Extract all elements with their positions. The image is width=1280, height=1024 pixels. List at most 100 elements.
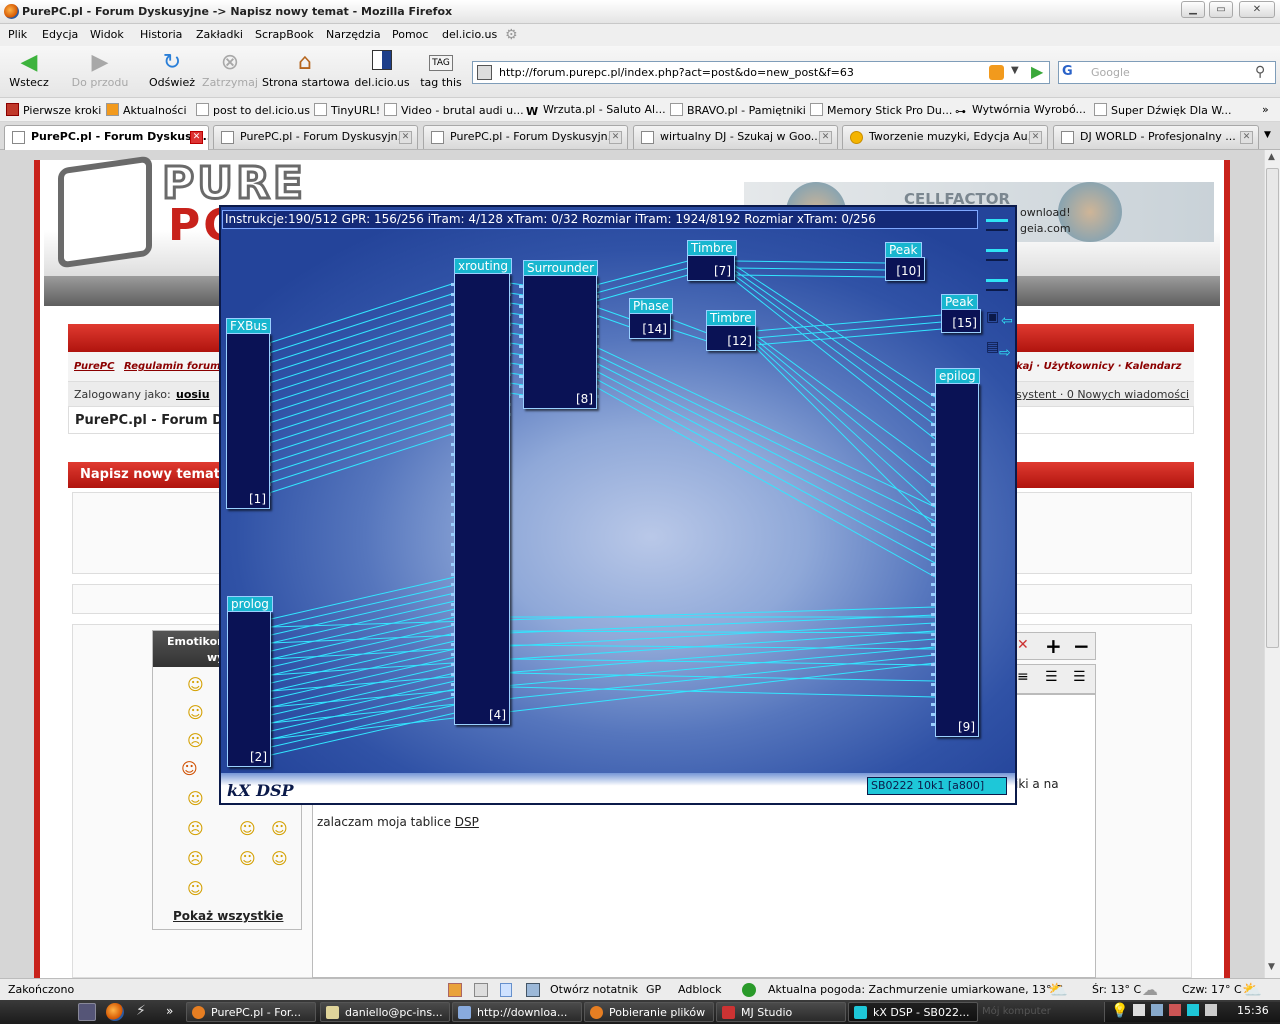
bookmarks-overflow-icon[interactable]: » [1262, 103, 1269, 116]
bullet-list-icon[interactable]: ☰ [1073, 669, 1086, 685]
tab-4[interactable]: wirtualny DJ - Szukaj w Goo... ✕ [633, 125, 838, 149]
dsp-block-surrounder[interactable]: Surrounder [8] [523, 260, 599, 409]
tab-5[interactable]: Tworzenie muzyki, Edycja Au... ✕ [842, 125, 1048, 149]
scroll-thumb[interactable] [1266, 168, 1279, 648]
quicklaunch-overflow-icon[interactable]: » [166, 1004, 173, 1018]
volume-icon[interactable] [1205, 1004, 1217, 1016]
sound-card-selector[interactable]: SB0222 10k1 [a800] [867, 777, 1007, 795]
green-status-icon[interactable] [742, 983, 756, 997]
minus-icon[interactable]: − [1073, 634, 1090, 658]
screenshot-icon[interactable] [474, 983, 488, 997]
smiley-icon[interactable]: ☹ [187, 819, 204, 838]
dsp-block-xrouting[interactable]: xrouting [4] [454, 258, 512, 725]
firefox-quicklaunch-icon[interactable] [106, 1003, 124, 1021]
smiley-icon[interactable]: ☺ [187, 879, 204, 898]
smiley-icon[interactable]: ☺ [271, 849, 288, 868]
minimize-button[interactable]: ▁ [1181, 1, 1205, 18]
tab-close-icon[interactable]: ✕ [190, 131, 203, 144]
tab-close-icon[interactable]: ✕ [1240, 131, 1253, 144]
open-notepad-link[interactable]: Otwórz notatnik [550, 983, 638, 996]
dsp-block-epilog[interactable]: epilog [9] [935, 368, 980, 737]
show-all-emoticons-link[interactable]: Pokaż wszystkie [173, 909, 283, 923]
adblock-indicator[interactable]: Adblock [678, 983, 722, 996]
smiley-icon[interactable]: ☺ [187, 789, 204, 808]
menu-zakladki[interactable]: Zakładki [196, 28, 243, 41]
smiley-icon[interactable]: ☺ [239, 849, 256, 868]
kx-dsp-window[interactable]: Instrukcje:190/512 GPR: 156/256 iTram: 4… [219, 205, 1017, 805]
post-dsp-link[interactable]: DSP [455, 815, 479, 829]
dsp-block-fxbus[interactable]: FXBus [1] [226, 318, 272, 509]
menu-pomoc[interactable]: Pomoc [392, 28, 428, 41]
taskbar-item[interactable]: daniello@pc-ins... [320, 1002, 450, 1022]
url-dropdown-icon[interactable]: ▼ [1011, 65, 1019, 76]
bookmark-item[interactable]: Super Dźwięk Dla W... [1094, 103, 1232, 117]
bookmark-item[interactable]: post to del.icio.us [196, 103, 310, 117]
bookmark-item[interactable]: Aktualności [106, 103, 187, 117]
dsp-block-peak-15[interactable]: Peak [15] [941, 294, 981, 333]
home-button[interactable]: ⌂ Strona startowa [262, 50, 350, 89]
bookmark-item[interactable]: ⊶ Wytwórnia Wyrobó... [955, 103, 1086, 118]
remove-format-icon[interactable]: ✕ [1017, 637, 1029, 653]
dsp-block-peak-10[interactable]: Peak [10] [885, 242, 925, 281]
dsp-block-timbre-7[interactable]: Timbre [7] [687, 240, 737, 281]
scroll-down-icon[interactable]: ▼ [1268, 962, 1275, 972]
menu-plik[interactable]: Plik [8, 28, 27, 41]
taskbar-item[interactable]: http://downloa... [452, 1002, 582, 1022]
dsp-block-prolog[interactable]: prolog [2] [227, 596, 273, 767]
taskbar-item[interactable]: PurePC.pl - For... [186, 1002, 316, 1022]
taskbar-item-active[interactable]: kX DSP - SB022... [848, 1002, 978, 1022]
rss-icon[interactable] [989, 65, 1004, 80]
tray-icon[interactable] [1133, 1004, 1145, 1016]
link-regulamin[interactable]: Regulamin forum [124, 361, 221, 372]
tab-3[interactable]: PurePC.pl - Forum Dyskusyjn... ✕ [423, 125, 628, 149]
tray-icon[interactable] [1151, 1004, 1163, 1016]
smiley-icon[interactable]: ☺ [181, 759, 198, 778]
bookmark-item[interactable]: TinyURL! [314, 103, 380, 117]
smiley-icon[interactable]: ☺ [271, 819, 288, 838]
menu-narzedzia[interactable]: Narzędzia [326, 28, 381, 41]
tab-1[interactable]: PurePC.pl - Forum Dyskusyj... ✕ [4, 125, 209, 150]
menu-scrapbook[interactable]: ScrapBook [255, 28, 314, 41]
logged-user-link[interactable]: uosiu [176, 388, 210, 401]
link-right-nav[interactable]: kaj · Użytkownicy · Kalendarz [1016, 361, 1181, 372]
menu-widok[interactable]: Widok [90, 28, 124, 41]
reload-button[interactable]: ↻ Odśwież [146, 50, 198, 89]
taskbar-item[interactable]: Pobieranie plików [584, 1002, 714, 1022]
breadcrumb-text[interactable]: PurePC.pl - Forum D [75, 413, 223, 428]
messages-link[interactable]: systent · 0 Nowych wiadomości [1016, 388, 1189, 401]
page-icon[interactable] [500, 983, 512, 997]
close-button[interactable]: ✕ [1239, 1, 1275, 18]
page-scrollbar[interactable]: ▲ ▼ [1264, 150, 1280, 978]
tip-icon[interactable]: 💡 [1111, 1003, 1128, 1019]
scroll-up-icon[interactable]: ▲ [1268, 152, 1275, 162]
tab-close-icon[interactable]: ✕ [819, 131, 832, 144]
menu-delicious[interactable]: del.icio.us [442, 28, 497, 41]
smiley-icon[interactable]: ☺ [187, 703, 204, 722]
tab-close-icon[interactable]: ✕ [609, 131, 622, 144]
url-bar[interactable]: http://forum.purepc.pl/index.php?act=pos… [472, 61, 1050, 84]
search-bar[interactable]: G Google ⚲ [1058, 61, 1276, 84]
gp-indicator[interactable]: GP [646, 983, 661, 996]
smiley-icon[interactable]: ☺ [187, 675, 204, 694]
align-icon[interactable]: ≡ [1017, 669, 1029, 685]
bookmark-item[interactable]: Video - brutal audi u... [384, 103, 524, 117]
taskbar-item[interactable]: MJ Studio [716, 1002, 846, 1022]
tab-list-icon[interactable]: ▼ [1264, 130, 1271, 140]
menu-edycja[interactable]: Edycja [42, 28, 78, 41]
bookmark-item[interactable]: Pierwsze kroki [6, 103, 101, 117]
dsp-block-timbre-12[interactable]: Timbre [12] [706, 310, 756, 351]
show-desktop-icon[interactable] [78, 1003, 96, 1021]
tagthis-button[interactable]: TAG tag this [418, 50, 464, 89]
stop-button[interactable]: ⊗ Zatrzymaj [202, 50, 258, 89]
kx-tray-icon[interactable] [1187, 1004, 1199, 1016]
ordered-list-icon[interactable]: ☰ [1045, 669, 1058, 685]
tab-close-icon[interactable]: ✕ [399, 131, 412, 144]
tab-2[interactable]: PurePC.pl - Forum Dyskusyjn... ✕ [213, 125, 418, 149]
tray-icon[interactable] [1169, 1004, 1181, 1016]
search-icon[interactable]: ⚲ [1255, 64, 1265, 80]
quicklaunch-icon[interactable]: ⚡ [136, 1003, 154, 1021]
back-button[interactable]: ◀ Wstecz [8, 50, 50, 89]
edit-icon[interactable] [448, 983, 462, 997]
tab-close-icon[interactable]: ✕ [1029, 131, 1042, 144]
smiley-icon[interactable]: ☺ [239, 819, 256, 838]
